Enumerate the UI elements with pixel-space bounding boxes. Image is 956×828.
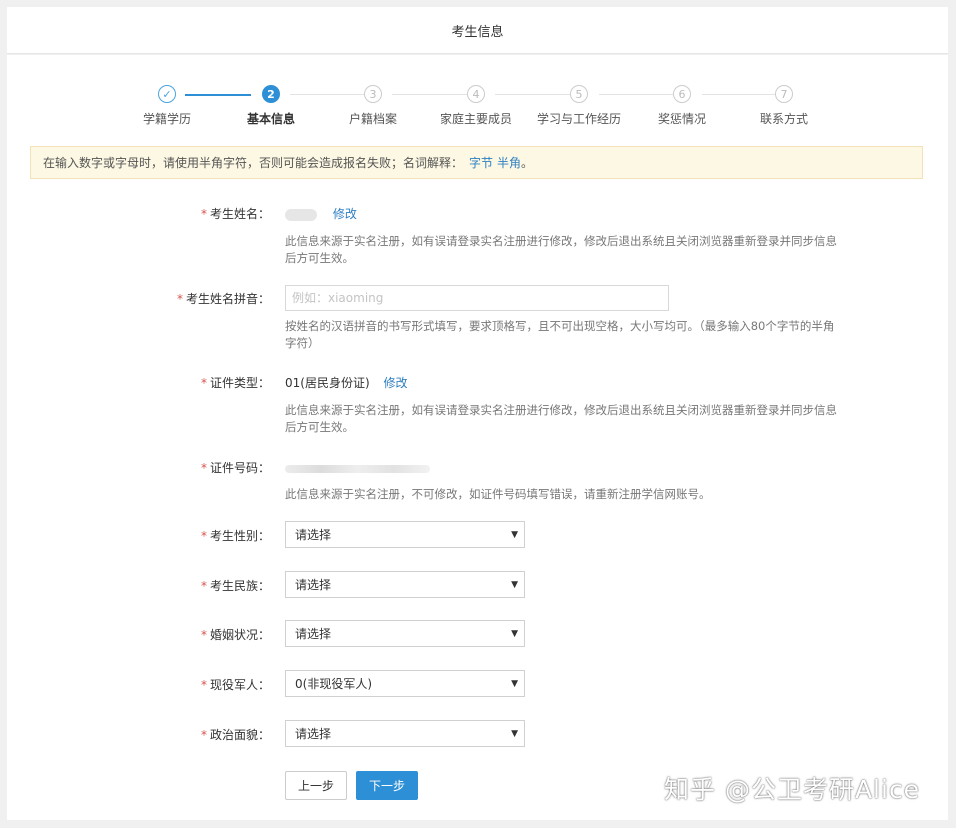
redacted-id-number [285, 464, 430, 473]
id-type-value: 01(居民身份证) 修改 [285, 376, 408, 390]
political-select[interactable]: 请选择 ▼ [285, 720, 525, 747]
edit-id-type-link[interactable]: 修改 [383, 376, 407, 390]
byte-link[interactable]: 字节 [469, 154, 493, 171]
military-select[interactable]: 0(非现役军人) ▼ [285, 670, 525, 697]
caret-down-icon: ▼ [511, 580, 518, 590]
name-hint: 此信息来源于实名注册，如有误请登录实名注册进行修改，修改后退出系统且关闭浏览器重… [285, 234, 837, 265]
marital-select[interactable]: 请选择 ▼ [285, 620, 525, 647]
step-number: 7 [775, 85, 793, 103]
redacted-name [285, 208, 317, 221]
step-5[interactable]: 5 学习与工作经历 [519, 85, 639, 127]
caret-down-icon: ▼ [511, 530, 518, 540]
pinyin-label: * 考生姓名拼音： [176, 292, 270, 306]
step-label: 联系方式 [759, 112, 808, 126]
gender-select[interactable]: 请选择 ▼ [285, 521, 525, 548]
step-3[interactable]: 3 户籍档案 [313, 85, 433, 127]
step-number: 6 [673, 85, 691, 103]
step-4[interactable]: 4 家庭主要成员 [416, 85, 536, 127]
notice-end: 。 [521, 156, 534, 170]
step-label: 家庭主要成员 [439, 112, 512, 126]
step-number: 5 [570, 85, 588, 103]
caret-down-icon: ▼ [511, 729, 518, 739]
pinyin-input[interactable] [285, 285, 669, 311]
page-header: 考生信息 [7, 7, 948, 54]
notice-text: 在输入数字或字母时，请使用半角字符，否则可能会造成报名失败；名词解释： [43, 156, 464, 170]
required-mark: * [200, 728, 207, 742]
military-label: * 现役军人： [200, 678, 270, 692]
step-number: 3 [364, 85, 382, 103]
political-label: * 政治面貌： [200, 728, 270, 742]
name-value: 修改 [285, 204, 357, 224]
step-label: 学习与工作经历 [536, 112, 621, 126]
id-number-hint: 此信息来源于实名注册，不可修改，如证件号码填写错误，请重新注册学信网账号。 [285, 487, 711, 501]
ethnicity-label: * 考生民族： [200, 579, 270, 593]
caret-down-icon: ▼ [511, 679, 518, 689]
required-mark: * [200, 678, 207, 692]
id-type-label: * 证件类型： [200, 376, 270, 390]
prev-button[interactable]: 上一步 [285, 771, 347, 800]
id-number-value [285, 458, 430, 478]
id-type-hint: 此信息来源于实名注册，如有误请登录实名注册进行修改，修改后退出系统且关闭浏览器重… [285, 403, 837, 434]
required-mark: * [200, 579, 207, 593]
required-mark: * [200, 207, 207, 221]
required-mark: * [200, 376, 207, 390]
step-7[interactable]: 7 联系方式 [724, 85, 844, 127]
step-label: 户籍档案 [348, 112, 397, 126]
gender-label: * 考生性别： [200, 529, 270, 543]
name-label: * 考生姓名： [200, 207, 270, 221]
step-progress: ✓ 学籍学历 2 基本信息 3 户籍档案 4 家庭主要成员 5 学习与工作经历 … [7, 85, 948, 135]
marital-label: * 婚姻状况： [200, 628, 270, 642]
next-button[interactable]: 下一步 [356, 771, 418, 800]
step-number: 2 [262, 85, 280, 103]
step-number: 4 [467, 85, 485, 103]
edit-name-link[interactable]: 修改 [333, 207, 357, 221]
id-number-label: * 证件号码： [200, 461, 270, 475]
step-1[interactable]: ✓ 学籍学历 [107, 85, 227, 127]
check-icon: ✓ [158, 85, 176, 103]
halfwidth-link[interactable]: 半角 [497, 154, 521, 171]
ethnicity-select[interactable]: 请选择 ▼ [285, 571, 525, 598]
form-panel: ✓ 学籍学历 2 基本信息 3 户籍档案 4 家庭主要成员 5 学习与工作经历 … [7, 55, 948, 820]
required-mark: * [200, 628, 207, 642]
step-label: 学籍学历 [142, 112, 191, 126]
required-mark: * [200, 461, 207, 475]
required-mark: * [176, 292, 183, 306]
page-title: 考生信息 [451, 24, 504, 40]
caret-down-icon: ▼ [511, 629, 518, 639]
pinyin-hint: 按姓名的汉语拼音的书写形式填写，要求顶格写，且不可出现空格，大小写均可。（最多输… [285, 319, 835, 350]
watermark: 知乎 @公卫考研Alice [664, 775, 921, 804]
notice-banner: 在输入数字或字母时，请使用半角字符，否则可能会造成报名失败；名词解释： 字节 半… [30, 146, 923, 179]
required-mark: * [200, 529, 207, 543]
